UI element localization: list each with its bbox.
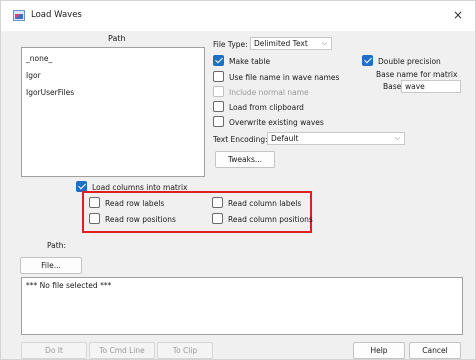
highlight-box xyxy=(82,191,312,233)
base-name-input[interactable]: wave xyxy=(401,80,461,93)
read-column-labels-checkbox[interactable] xyxy=(212,197,223,208)
double-precision-checkbox[interactable] xyxy=(362,55,373,66)
overwrite-existing-label: Overwrite existing waves xyxy=(229,118,324,127)
base-name-header: Base name for matrix xyxy=(376,70,458,79)
overwrite-existing-checkbox[interactable] xyxy=(213,116,224,127)
include-normal-name-checkbox[interactable] xyxy=(213,86,224,97)
load-from-clipboard-label: Load from clipboard xyxy=(229,103,304,112)
text-encoding-value: Default xyxy=(271,134,299,143)
cancel-button[interactable]: Cancel xyxy=(409,342,461,359)
do-it-button[interactable]: Do It xyxy=(21,342,87,359)
tweaks-button[interactable]: Tweaks... xyxy=(215,151,275,168)
to-clip-button[interactable]: To Clip xyxy=(157,342,213,359)
file-type-value: Delimited Text xyxy=(254,39,308,48)
help-button[interactable]: Help xyxy=(353,342,405,359)
status-text: *** No file selected *** xyxy=(26,281,112,290)
title-bar[interactable]: Load Waves × xyxy=(1,1,475,31)
to-cmd-line-button[interactable]: To Cmd Line xyxy=(89,342,155,359)
status-box: *** No file selected *** xyxy=(21,277,463,335)
text-encoding-dropdown[interactable]: Default ⌵ xyxy=(267,132,405,145)
app-icon xyxy=(13,10,25,21)
path-item-none[interactable]: _none_ xyxy=(26,54,52,63)
read-row-labels-label: Read row labels xyxy=(105,199,165,208)
read-column-labels-label: Read column labels xyxy=(228,199,302,208)
use-file-name-label: Use file name in wave names xyxy=(229,73,340,82)
path-list[interactable]: _none_ Igor IgorUserFiles xyxy=(21,47,205,177)
file-type-label: File Type: xyxy=(213,40,248,49)
load-waves-dialog: Load Waves × Path _none_ Igor IgorUserFi… xyxy=(0,0,476,360)
load-from-clipboard-checkbox[interactable] xyxy=(213,101,224,112)
file-button[interactable]: File... xyxy=(20,257,82,274)
read-column-positions-checkbox[interactable] xyxy=(212,213,223,224)
close-button[interactable]: × xyxy=(449,6,467,24)
read-row-positions-checkbox[interactable] xyxy=(89,213,100,224)
text-encoding-label: Text Encoding: xyxy=(213,135,268,144)
path-item-igor[interactable]: Igor xyxy=(26,71,41,80)
include-normal-name-label: Include normal name xyxy=(229,88,309,97)
double-precision-label: Double precision xyxy=(378,57,441,66)
chevron-down-icon: ⌵ xyxy=(394,134,400,142)
path-item-igoruserfiles[interactable]: IgorUserFiles xyxy=(26,88,74,97)
read-row-labels-checkbox[interactable] xyxy=(89,197,100,208)
window-title: Load Waves xyxy=(31,10,82,20)
read-column-positions-label: Read column positions xyxy=(228,215,313,224)
make-table-label: Make table xyxy=(229,57,271,66)
make-table-checkbox[interactable] xyxy=(213,55,224,66)
path-field-label: Path: xyxy=(47,241,67,250)
use-file-name-checkbox[interactable] xyxy=(213,71,224,82)
path-list-header: Path xyxy=(108,34,126,43)
read-row-positions-label: Read row positions xyxy=(105,215,176,224)
file-type-dropdown[interactable]: Delimited Text ⌵ xyxy=(250,37,332,50)
chevron-down-icon: ⌵ xyxy=(321,39,327,47)
